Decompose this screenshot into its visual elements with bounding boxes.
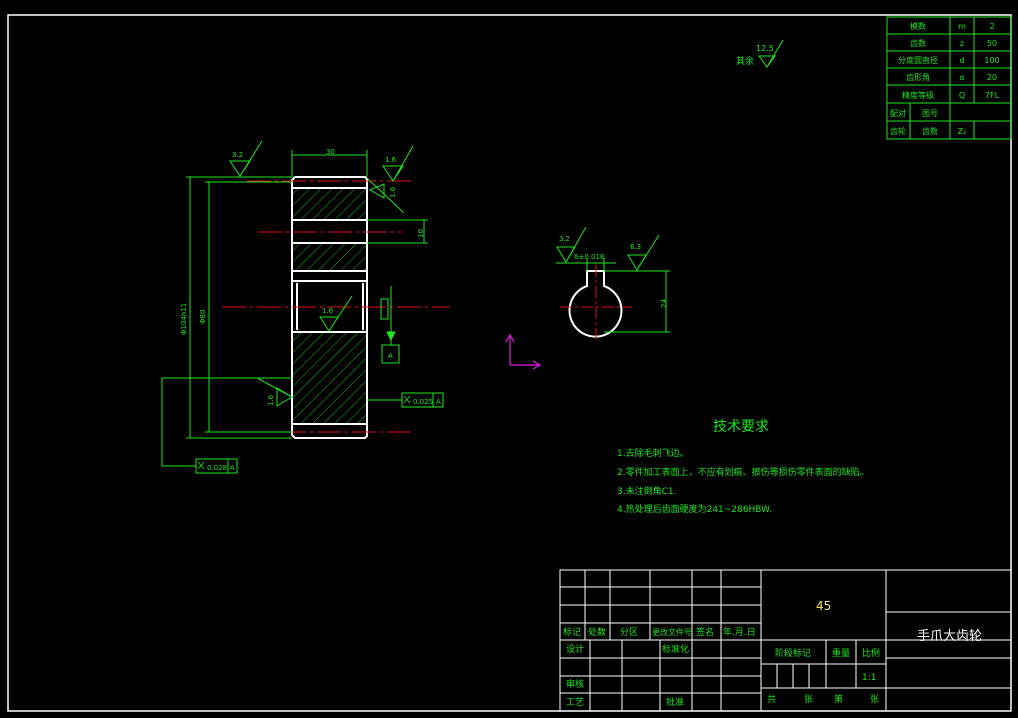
hatch-top-2 xyxy=(293,243,367,271)
tech-requirements: 技术要求 1.去除毛刺飞边。 2.零件加工表面上，不应有划痕、擦伤等损伤零件表面… xyxy=(617,419,869,515)
param-symbol-3: d xyxy=(959,56,964,65)
tb-sheet-unit: 张 xyxy=(870,694,879,705)
teeth-symbol: Z₂ xyxy=(958,127,967,136)
tb-material: 45 xyxy=(816,599,831,613)
parameter-table-text: 模数 m 2 齿数 z 50 分度圆直径 d 100 齿形角 α 20 精度等级… xyxy=(890,21,1000,136)
tb-review: 审核 xyxy=(566,678,584,690)
finish-right-face: 1.6 xyxy=(385,156,397,164)
tech-item-3: 3.未注倒角C1. xyxy=(617,485,676,497)
tolerance-symbol-right xyxy=(403,395,411,404)
title-block-text: 标记 处数 分区 更改文件号 签名 年.月.日 设计 标准化 审核 工艺 批准 … xyxy=(563,626,880,708)
tech-heading: 技术要求 xyxy=(713,419,769,435)
rest-surface-finish: 其余 12.5 xyxy=(736,39,784,68)
tb-process: 工艺 xyxy=(566,697,584,708)
tb-header-3: 分区 xyxy=(620,627,638,638)
keyway-depth: 24 xyxy=(660,299,668,308)
keyway-view: 3.2 6.3 6±0.018 24 xyxy=(556,226,670,340)
finish-tooth-face: 1.6 xyxy=(322,307,334,315)
param-value-3: 100 xyxy=(984,56,999,65)
tb-weight: 重量 xyxy=(832,647,850,659)
tb-header-6: 年.月.日 xyxy=(723,626,756,638)
tech-item-4: 4.热处理后齿面硬度为241~286HBW. xyxy=(617,503,772,515)
tb-stage: 阶段标记 xyxy=(775,647,811,659)
param-symbol-2: z xyxy=(960,39,964,48)
tol-right-value: 0.025 xyxy=(413,398,433,406)
keyway-finish-top: 6.3 xyxy=(630,243,641,251)
tol-right-datum: A xyxy=(436,398,441,406)
param-name-3: 分度圆直径 xyxy=(898,55,938,65)
param-symbol-5: Q xyxy=(959,91,965,100)
finish-left-face: 3.2 xyxy=(232,151,243,159)
tb-sheets-total: 共 xyxy=(767,694,776,705)
tb-header-1: 标记 xyxy=(563,626,581,638)
tb-standardize: 标准化 xyxy=(662,643,689,655)
param-name-2: 齿数 xyxy=(910,38,926,48)
dim-width: 30 xyxy=(326,148,335,156)
tb-header-5: 签名 xyxy=(696,626,714,638)
gear-label: 齿轮 xyxy=(890,126,906,136)
tol-left-datum: A xyxy=(230,464,235,472)
datum-label: A xyxy=(388,352,393,360)
param-symbol-4: α xyxy=(959,73,964,82)
tech-item-2: 2.零件加工表面上，不应有划痕、擦伤等损伤零件表面的缺陷。 xyxy=(617,466,869,478)
param-symbol-1: m xyxy=(958,22,966,31)
tb-design: 设计 xyxy=(566,643,584,655)
rest-label: 其余 xyxy=(736,55,754,67)
tb-header-4: 更改文件号 xyxy=(652,627,692,637)
hatch-top-1 xyxy=(293,188,367,220)
param-name-4: 齿形角 xyxy=(906,72,930,82)
tol-left-value: 0.028 xyxy=(207,464,227,472)
tb-sheets-unit: 张 xyxy=(804,694,813,705)
tech-item-1: 1.去除毛刺飞边。 xyxy=(617,447,689,459)
hatch-bottom xyxy=(293,332,367,424)
tb-sheet-no: 第 xyxy=(834,693,843,705)
tb-part-name: 手爪大齿轮 xyxy=(917,629,982,644)
param-value-4: 20 xyxy=(987,73,997,82)
cad-drawing-canvas: 模数 m 2 齿数 z 50 分度圆直径 d 100 齿形角 α 20 精度等级… xyxy=(7,14,1012,712)
teeth-label: 齿数 xyxy=(922,126,938,136)
param-value-5: 7FL xyxy=(985,91,1000,100)
tb-approve: 批准 xyxy=(666,696,684,708)
finish-bore: 1.6 xyxy=(389,186,397,198)
param-value-1: 2 xyxy=(989,22,994,31)
tb-scale-value: 1:1 xyxy=(862,673,876,683)
dim-root-diameter: Φ80 xyxy=(199,310,207,324)
rest-value: 12.5 xyxy=(756,44,774,53)
param-name-5: 精度等级 xyxy=(902,90,934,100)
param-name-1: 模数 xyxy=(910,21,926,31)
keyway-finish-side: 3.2 xyxy=(559,235,570,243)
dim-hub-height: 10 xyxy=(417,229,425,238)
param-value-2: 50 xyxy=(987,39,997,48)
figure-no-label: 图号 xyxy=(922,109,938,118)
tb-header-2: 处数 xyxy=(588,626,606,638)
dim-tip-diameter: Φ104h11 xyxy=(180,303,188,335)
finish-outer: 1.6 xyxy=(267,394,275,406)
keyway-width: 6±0.018 xyxy=(574,253,604,261)
gear-section-view: 30 3.2 1.6 1.6 10 A 0.025 A 0.028 A Φ104… xyxy=(161,140,450,474)
ucs-axis-icon xyxy=(505,333,542,370)
mating-label: 配对 xyxy=(890,108,906,118)
tolerance-symbol-left xyxy=(197,461,205,470)
tb-scale-label: 比例 xyxy=(862,647,880,659)
